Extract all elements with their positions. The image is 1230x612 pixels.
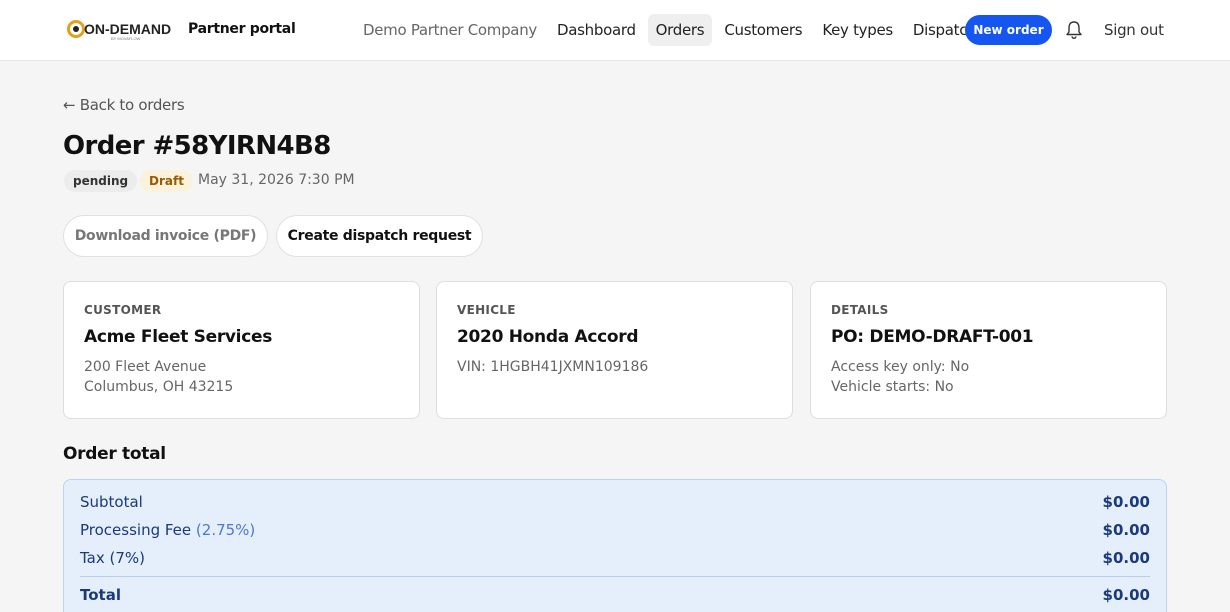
subtotal-label: Subtotal	[80, 493, 143, 511]
nav-company-switcher[interactable]: Demo Partner Company	[355, 14, 545, 46]
portal-label: Partner portal	[188, 21, 296, 37]
ondemand-logo[interactable]: ON-DEMAND BY MOVAFLOW	[67, 18, 175, 42]
nav-customers[interactable]: Customers	[716, 14, 810, 46]
vehicle-starts: Vehicle starts: No	[831, 379, 954, 395]
order-totals-panel: Subtotal $0.00 Processing Fee (2.75%) $0…	[63, 479, 1167, 612]
nav-key-types[interactable]: Key types	[814, 14, 901, 46]
po-number: PO: DEMO-DRAFT-001	[831, 327, 1034, 347]
download-invoice-button[interactable]: Download invoice (PDF)	[63, 215, 268, 257]
new-order-button[interactable]: New order	[965, 15, 1052, 45]
nav-dashboard[interactable]: Dashboard	[549, 14, 644, 46]
nav-orders[interactable]: Orders	[647, 14, 713, 46]
tax-row: Tax (7%) $0.00	[80, 549, 1150, 567]
totals-divider	[80, 576, 1150, 577]
tax-label: Tax (7%)	[80, 549, 146, 567]
processing-fee-label-group: Processing Fee (2.75%)	[80, 521, 255, 539]
main-nav: Demo Partner Company Dashboard Orders Cu…	[355, 14, 984, 46]
svg-text:ON-DEMAND: ON-DEMAND	[84, 21, 171, 37]
customer-address-line2: Columbus, OH 43215	[84, 379, 234, 395]
subtotal-row: Subtotal $0.00	[80, 493, 1150, 511]
status-badge: pending	[64, 170, 138, 192]
tax-value: $0.00	[1102, 549, 1150, 567]
total-row: Total $0.00	[80, 586, 1150, 604]
create-dispatch-button[interactable]: Create dispatch request	[276, 215, 483, 257]
vehicle-card-label: VEHICLE	[457, 303, 516, 317]
processing-fee-percent: (2.75%)	[195, 521, 256, 539]
logo-graphic: ON-DEMAND BY MOVAFLOW	[67, 20, 171, 41]
customer-address-line1: 200 Fleet Avenue	[84, 359, 207, 375]
svg-text:BY MOVAFLOW: BY MOVAFLOW	[111, 36, 141, 41]
total-value: $0.00	[1102, 586, 1150, 604]
processing-fee-row: Processing Fee (2.75%) $0.00	[80, 521, 1150, 539]
customer-name: Acme Fleet Services	[84, 327, 273, 347]
top-bar: ON-DEMAND BY MOVAFLOW Partner portal Dem…	[0, 0, 1230, 61]
vehicle-name: 2020 Honda Accord	[457, 327, 639, 347]
sign-out-link[interactable]: Sign out	[1104, 21, 1164, 39]
vehicle-card: VEHICLE 2020 Honda Accord VIN: 1HGBH41JX…	[436, 281, 793, 419]
order-date: May 31, 2026 7:30 PM	[198, 172, 355, 188]
processing-fee-label: Processing Fee	[80, 521, 192, 539]
customer-card: CUSTOMER Acme Fleet Services 200 Fleet A…	[63, 281, 420, 419]
page-title: Order #58YIRN4B8	[63, 131, 331, 161]
subtotal-value: $0.00	[1102, 493, 1150, 511]
details-card: DETAILS PO: DEMO-DRAFT-001 Access key on…	[810, 281, 1167, 419]
details-card-label: DETAILS	[831, 303, 889, 317]
customer-card-label: CUSTOMER	[84, 303, 162, 317]
draft-badge: Draft	[140, 170, 193, 192]
bell-icon[interactable]	[1065, 20, 1083, 40]
total-label: Total	[80, 586, 121, 604]
processing-fee-value: $0.00	[1102, 521, 1150, 539]
vehicle-vin: VIN: 1HGBH41JXMN109186	[457, 359, 649, 375]
back-to-orders-link[interactable]: ← Back to orders	[63, 96, 185, 114]
access-key-only: Access key only: No	[831, 359, 970, 375]
order-total-heading: Order total	[63, 444, 166, 464]
